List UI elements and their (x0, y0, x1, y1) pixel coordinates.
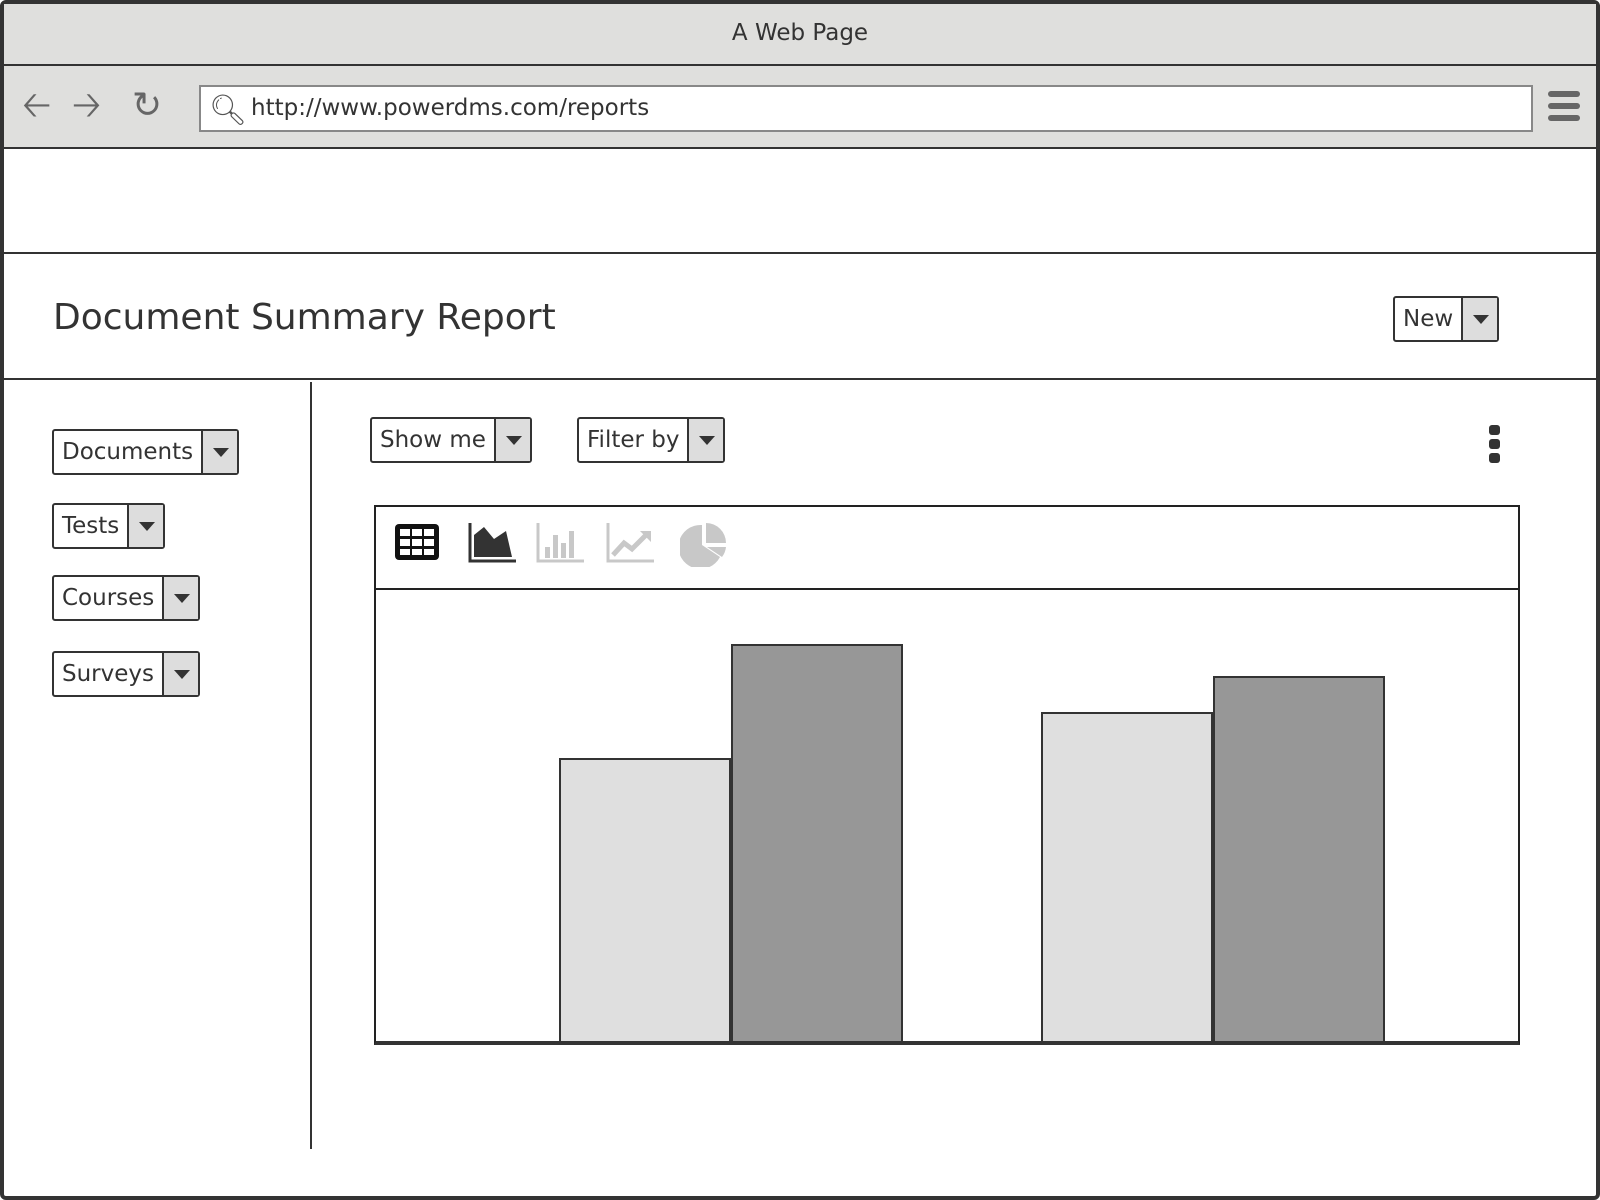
label: Filter by (587, 427, 680, 453)
sidebar-item-courses[interactable]: Courses (52, 575, 201, 621)
divider (4, 378, 1596, 380)
label: Courses (62, 585, 155, 611)
sidebar-item-surveys[interactable]: Surveys (52, 651, 200, 697)
divider (4, 252, 1596, 254)
forward-arrow-icon[interactable]: 🡢 (72, 86, 101, 126)
new-dropdown[interactable]: New (1393, 296, 1500, 342)
chevron-down-icon[interactable] (201, 431, 238, 473)
filter-by-dropdown[interactable]: Filter by (577, 417, 726, 463)
bar-chart-icon[interactable] (536, 521, 586, 563)
area-chart-icon[interactable] (468, 521, 518, 563)
sidebar-divider (310, 382, 312, 1149)
chevron-down-icon[interactable] (1461, 298, 1498, 340)
back-arrow-icon[interactable]: 🡠 (22, 86, 51, 126)
search-icon: 🔍︎ (209, 93, 248, 128)
pie-chart-icon[interactable] (680, 521, 730, 567)
more-options-icon[interactable] (1489, 425, 1501, 467)
new-label: New (1403, 306, 1454, 332)
bar-0-1 (731, 644, 903, 1043)
chevron-down-icon[interactable] (162, 653, 198, 695)
browser-navbar: 🡠 🡢 ↻ 🔍︎ http://www.powerdms.com/reports (4, 66, 1596, 149)
label: Surveys (62, 661, 154, 687)
show-me-dropdown[interactable]: Show me (370, 417, 532, 463)
reload-icon[interactable]: ↻ (132, 86, 162, 126)
table-icon[interactable] (394, 521, 442, 563)
bar-1-1 (1213, 676, 1385, 1043)
chevron-down-icon[interactable] (162, 577, 199, 619)
sidebar-item-documents[interactable]: Documents (52, 429, 240, 475)
line-chart-icon[interactable] (606, 521, 656, 563)
bar-1-0 (1041, 712, 1213, 1043)
sidebar-item-tests[interactable]: Tests (52, 503, 166, 549)
chart-panel (374, 505, 1520, 1045)
chevron-down-icon[interactable] (687, 419, 724, 461)
url-input[interactable]: 🔍︎ http://www.powerdms.com/reports (199, 85, 1533, 132)
bar-0-0 (559, 757, 731, 1043)
page-title: Document Summary Report (53, 297, 556, 338)
hamburger-menu-icon[interactable] (1548, 91, 1580, 127)
chevron-down-icon[interactable] (493, 419, 530, 461)
label: Tests (62, 513, 120, 539)
window-title: A Web Page (4, 4, 1596, 66)
chevron-down-icon[interactable] (127, 505, 164, 547)
browser-window: A Web Page 🡠 🡢 ↻ 🔍︎ http://www.powerdms.… (0, 0, 1600, 1200)
label: Show me (380, 427, 486, 453)
plot-area (376, 590, 1520, 1043)
label: Documents (62, 439, 194, 465)
url-text: http://www.powerdms.com/reports (251, 95, 650, 121)
